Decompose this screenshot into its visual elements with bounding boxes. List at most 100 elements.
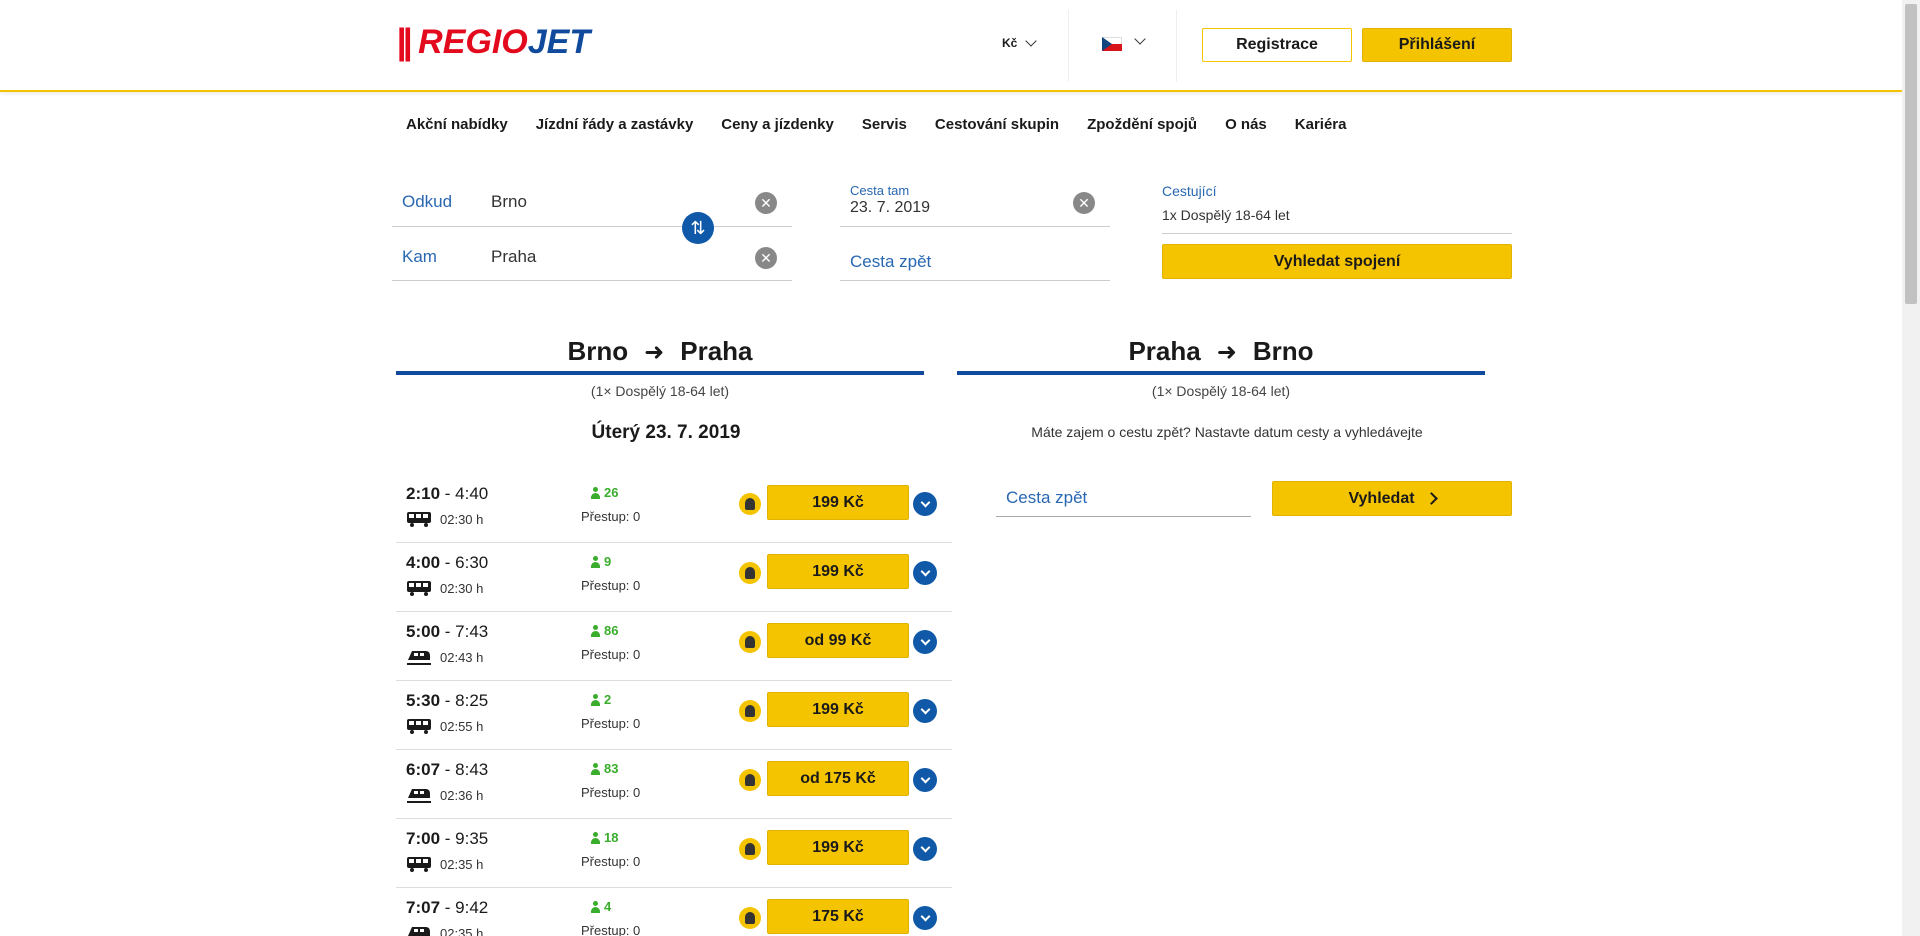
nav-item-timetables[interactable]: Jízdní řády a zastávky xyxy=(522,116,708,140)
nav-item-offers[interactable]: Akční nabídky xyxy=(392,116,522,140)
nav-item-career[interactable]: Kariéra xyxy=(1281,116,1361,140)
chevron-down-icon[interactable] xyxy=(913,906,937,930)
return-date-field[interactable]: Cesta zpět xyxy=(840,236,1110,281)
steward-icon xyxy=(739,838,761,860)
chevron-down-icon[interactable] xyxy=(913,837,937,861)
from-field[interactable]: Odkud Brno ✕ xyxy=(392,180,792,227)
chevron-down-icon[interactable] xyxy=(913,768,937,792)
free-seats: 26 xyxy=(590,485,618,500)
connection-row[interactable]: 4:00 - 6:30 02:30 h 9 Přestup: 0 199 Kč xyxy=(396,543,952,612)
outbound-to: Praha xyxy=(680,336,753,366)
nav-item-service[interactable]: Servis xyxy=(848,116,921,140)
arrival-time: 7:43 xyxy=(455,622,489,641)
transfer-count: Přestup: 0 xyxy=(581,785,641,800)
nav-item-prices[interactable]: Ceny a jízdenky xyxy=(707,116,848,140)
passengers-label: Cestující xyxy=(1162,183,1217,199)
chevron-down-icon[interactable] xyxy=(1134,33,1146,45)
price-button[interactable]: od 99 Kč xyxy=(767,623,909,658)
connection-times: 6:07 - 8:43 xyxy=(406,760,489,779)
connection-row[interactable]: 7:00 - 9:35 02:35 h 18 Přestup: 0 199 Kč xyxy=(396,819,952,888)
header-divider xyxy=(1176,10,1177,82)
scrollbar-thumb[interactable] xyxy=(1905,4,1917,304)
outbound-from: Brno xyxy=(567,336,629,366)
return-to: Brno xyxy=(1252,336,1314,366)
chevron-down-icon[interactable] xyxy=(913,561,937,585)
passengers-field[interactable]: Cestující 1x Dospělý 18-64 let xyxy=(1162,180,1512,234)
transfer-count: Přestup: 0 xyxy=(581,509,641,524)
outbound-passengers: (1× Dospělý 18-64 let) xyxy=(590,383,730,399)
steward-icon xyxy=(739,700,761,722)
connection-row[interactable]: 6:07 - 8:43 02:36 h 83 Přestup: 0 od 175… xyxy=(396,750,952,819)
price-button[interactable]: od 175 Kč xyxy=(767,761,909,796)
free-seats: 2 xyxy=(590,692,611,707)
bus-icon xyxy=(407,719,431,734)
find-return-button[interactable]: Vyhledat xyxy=(1272,481,1512,516)
nav-item-about[interactable]: O nás xyxy=(1211,116,1281,140)
departure-time: 2:10 xyxy=(406,484,441,503)
connection-row[interactable]: 2:10 - 4:40 02:30 h 26 Přestup: 0 199 Kč xyxy=(396,474,952,543)
depart-date-value: 23. 7. 2019 xyxy=(850,199,931,216)
outbound-route-heading: Brno ➜ Praha xyxy=(396,325,924,375)
register-button[interactable]: Registrace xyxy=(1202,28,1352,62)
arrival-time: 6:30 xyxy=(455,553,489,572)
connection-row[interactable]: 5:00 - 7:43 02:43 h 86 Přestup: 0 od 99 … xyxy=(396,612,952,681)
return-date-input[interactable]: Cesta zpět xyxy=(996,482,1251,517)
chevron-down-icon[interactable] xyxy=(913,492,937,516)
return-route-heading: Praha ➜ Brno xyxy=(957,325,1485,375)
connection-duration: 02:35 h xyxy=(440,857,484,872)
train-icon xyxy=(407,651,431,665)
chevron-down-icon xyxy=(1025,35,1038,47)
login-button[interactable]: Přihlášení xyxy=(1362,28,1512,62)
to-value[interactable]: Praha xyxy=(491,247,536,267)
arrow-right-icon: ➜ xyxy=(644,339,665,366)
person-icon xyxy=(590,900,601,913)
price-button[interactable]: 199 Kč xyxy=(767,554,909,589)
clear-icon[interactable]: ✕ xyxy=(755,247,777,269)
clear-icon[interactable]: ✕ xyxy=(1073,192,1095,214)
from-label: Odkud xyxy=(402,192,453,211)
price-button[interactable]: 199 Kč xyxy=(767,485,909,520)
search-connections-button[interactable]: Vyhledat spojení xyxy=(1162,244,1512,279)
nav-item-delays[interactable]: Zpoždění spojů xyxy=(1073,116,1211,140)
person-icon xyxy=(590,762,601,775)
connection-times: 4:00 - 6:30 xyxy=(406,553,489,572)
from-value[interactable]: Brno xyxy=(491,192,527,212)
connection-times: 2:10 - 4:40 xyxy=(406,484,489,503)
page-scrollbar[interactable] xyxy=(1902,0,1920,936)
person-icon xyxy=(590,831,601,844)
clear-icon[interactable]: ✕ xyxy=(755,192,777,214)
currency-select[interactable]: Kč xyxy=(1002,35,1038,50)
arrival-time: 8:25 xyxy=(455,691,489,710)
swap-icon[interactable]: ⇅ xyxy=(682,212,714,244)
logo-regio: REGIO xyxy=(418,22,528,61)
connection-duration: 02:30 h xyxy=(440,512,484,527)
return-question: Máte zajem o cestu zpět? Nastavte datum … xyxy=(1031,424,1423,440)
price-button[interactable]: 175 Kč xyxy=(767,899,909,934)
free-seats-count: 9 xyxy=(604,554,612,569)
outbound-date: Úterý 23. 7. 2019 xyxy=(591,422,741,443)
arrival-time: 9:35 xyxy=(455,829,489,848)
transfer-count: Přestup: 0 xyxy=(581,647,641,662)
return-date-input-label: Cesta zpět xyxy=(1006,488,1088,507)
transfer-count: Přestup: 0 xyxy=(581,578,641,593)
czech-flag-icon[interactable] xyxy=(1102,37,1122,51)
steward-icon xyxy=(739,769,761,791)
price-button[interactable]: 199 Kč xyxy=(767,692,909,727)
return-passengers: (1× Dospělý 18-64 let) xyxy=(1151,383,1291,399)
logo-jet: JET xyxy=(527,22,591,61)
chevron-down-icon[interactable] xyxy=(913,630,937,654)
regiojet-logo[interactable]: || REGIO JET xyxy=(396,21,591,62)
bus-icon xyxy=(407,857,431,872)
price-button[interactable]: 199 Kč xyxy=(767,830,909,865)
logo-bars: || xyxy=(396,21,412,62)
connection-row[interactable]: 7:07 - 9:42 02:35 h 4 Přestup: 0 175 Kč xyxy=(396,888,952,936)
connection-duration: 02:36 h xyxy=(440,788,484,803)
bus-icon xyxy=(407,581,431,596)
nav-item-groups[interactable]: Cestování skupin xyxy=(921,116,1073,140)
depart-date-field[interactable]: Cesta tam 23. 7. 2019 ✕ xyxy=(840,180,1110,227)
connection-row[interactable]: 5:30 - 8:25 02:55 h 2 Přestup: 0 199 Kč xyxy=(396,681,952,750)
return-date-label: Cesta zpět xyxy=(850,252,932,271)
to-field[interactable]: Kam Praha ✕ xyxy=(392,236,792,281)
free-seats: 4 xyxy=(590,899,611,914)
chevron-down-icon[interactable] xyxy=(913,699,937,723)
